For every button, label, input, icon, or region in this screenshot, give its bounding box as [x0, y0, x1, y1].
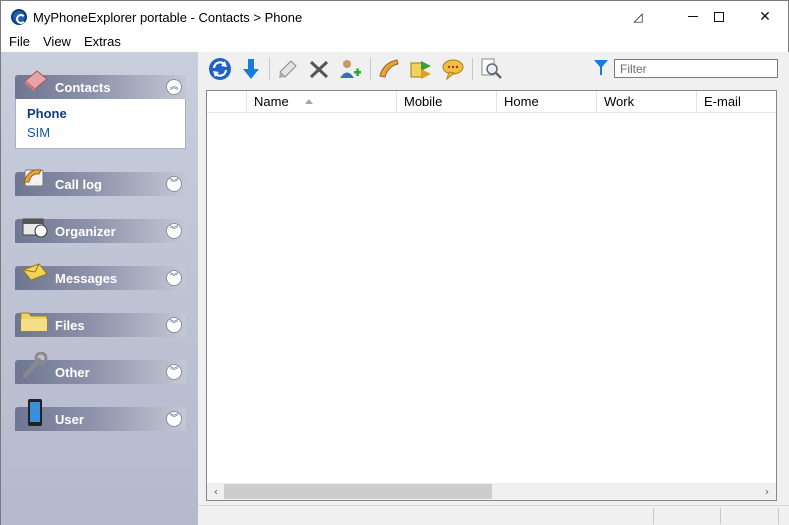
group-label-contacts: Contacts	[55, 80, 111, 95]
download-icon	[243, 59, 259, 79]
group-label-messages: Messages	[55, 271, 118, 286]
column-header-home[interactable]: Home	[497, 91, 597, 113]
group-header-other[interactable]: Other ︾	[15, 352, 186, 384]
wrench-icon	[23, 352, 48, 378]
contacts-book-icon	[24, 70, 48, 92]
column-header-checkbox[interactable]	[207, 91, 247, 113]
sync-button[interactable]	[408, 56, 434, 82]
chevron-down-icon[interactable]: ︾	[166, 317, 182, 333]
edit-icon	[279, 60, 297, 78]
group-label-other: Other	[55, 365, 90, 380]
sidebar-group-contacts: Contacts ︽ Phone SIM	[15, 70, 186, 149]
sort-ascending-icon	[305, 99, 313, 104]
search-button[interactable]	[478, 56, 504, 82]
contacts-list[interactable]: Name Mobile Home Work E-mail ‹ ›	[206, 90, 777, 501]
group-header-organizer[interactable]: Organizer ︾	[15, 218, 186, 243]
status-bar	[198, 505, 789, 525]
toolbar-separator	[370, 58, 371, 80]
group-header-user[interactable]: User ︾	[15, 399, 186, 431]
menu-file[interactable]: File	[9, 34, 30, 49]
refresh-button[interactable]	[207, 56, 233, 82]
sidebar: Contacts ︽ Phone SIM Call log ︾ Organize…	[0, 52, 198, 525]
sidebar-group-organizer: Organizer ︾	[15, 218, 186, 243]
group-body-contacts: Phone SIM	[15, 99, 186, 149]
column-label-name: Name	[254, 94, 289, 109]
title-bar: MyPhoneExplorer portable - Contacts > Ph…	[0, 0, 789, 32]
scroll-right-icon[interactable]: ›	[760, 483, 774, 500]
add-contact-button[interactable]	[337, 56, 363, 82]
sidebar-group-files: Files ︾	[15, 312, 186, 337]
group-label-organizer: Organizer	[55, 224, 116, 239]
toolbar	[198, 52, 789, 86]
sidebar-group-messages: Messages ︾	[15, 263, 186, 290]
column-header-email[interactable]: E-mail	[697, 91, 776, 113]
sidebar-group-call-log: Call log ︾	[15, 169, 186, 196]
menu-view[interactable]: View	[43, 34, 71, 49]
sidebar-group-other: Other ︾	[15, 352, 186, 384]
search-icon	[481, 58, 502, 79]
phone-device-icon	[28, 399, 42, 426]
refresh-icon	[209, 58, 231, 80]
column-header-name[interactable]: Name	[247, 91, 397, 113]
chevron-down-icon[interactable]: ︾	[166, 270, 182, 286]
add-contact-icon	[340, 60, 361, 78]
filter-icon	[594, 60, 608, 75]
window-title: MyPhoneExplorer portable - Contacts > Ph…	[33, 10, 303, 25]
menu-extras[interactable]: Extras	[84, 34, 121, 49]
resize-grip-icon: ◿	[633, 9, 643, 24]
organizer-icon	[22, 218, 48, 238]
list-header: Name Mobile Home Work E-mail	[207, 91, 776, 113]
sidebar-item-sim[interactable]: SIM	[27, 123, 185, 142]
group-header-files[interactable]: Files ︾	[15, 312, 186, 337]
sidebar-group-user: User ︾	[15, 399, 186, 431]
delete-icon	[309, 60, 329, 79]
group-label-call-log: Call log	[55, 177, 102, 192]
column-header-work[interactable]: Work	[597, 91, 697, 113]
call-button[interactable]	[376, 56, 402, 82]
horizontal-scrollbar[interactable]: ‹ ›	[207, 483, 776, 500]
scroll-left-icon[interactable]: ‹	[209, 483, 223, 500]
status-separator	[720, 508, 721, 524]
maximize-button[interactable]	[696, 1, 742, 32]
column-header-mobile[interactable]: Mobile	[397, 91, 497, 113]
chevron-down-icon[interactable]: ︾	[166, 176, 182, 192]
group-label-user: User	[55, 412, 84, 427]
menu-bar: File View Extras	[0, 32, 789, 52]
edit-button[interactable]	[275, 56, 301, 82]
chevron-up-icon[interactable]: ︽	[166, 79, 182, 95]
scrollbar-thumb[interactable]	[224, 484, 492, 499]
app-icon	[11, 9, 27, 25]
close-button[interactable]: ✕	[742, 1, 788, 32]
phone-handset-icon	[23, 169, 44, 187]
group-header-contacts[interactable]: Contacts ︽	[15, 70, 186, 99]
envelope-icon	[22, 263, 48, 281]
chevron-down-icon[interactable]: ︾	[166, 411, 182, 427]
status-separator	[778, 508, 779, 524]
toolbar-separator	[472, 58, 473, 80]
filter-input[interactable]	[614, 59, 778, 78]
folder-icon	[20, 312, 48, 332]
download-button[interactable]	[238, 56, 264, 82]
chevron-down-icon[interactable]: ︾	[166, 223, 182, 239]
call-icon	[379, 59, 399, 78]
sync-icon	[410, 61, 431, 79]
sidebar-item-phone[interactable]: Phone	[27, 104, 185, 123]
status-separator	[653, 508, 654, 524]
chat-button[interactable]	[440, 56, 466, 82]
group-header-messages[interactable]: Messages ︾	[15, 263, 186, 290]
chat-icon	[442, 59, 464, 81]
group-header-call-log[interactable]: Call log ︾	[15, 169, 186, 196]
toolbar-separator	[269, 58, 270, 80]
delete-button[interactable]	[306, 56, 332, 82]
chevron-down-icon[interactable]: ︾	[166, 364, 182, 380]
group-label-files: Files	[55, 318, 85, 333]
